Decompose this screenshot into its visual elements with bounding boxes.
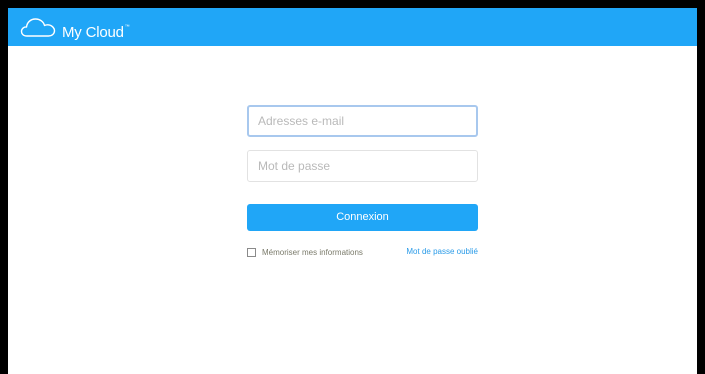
remember-me-toggle[interactable]: Mémoriser mes informations [247,246,363,258]
window-border-top [0,0,705,8]
password-input[interactable] [247,150,478,182]
browser-window: My Cloud™ Connexion Mémoriser mes inform… [0,0,705,374]
cloud-icon[interactable] [20,17,56,38]
remember-me-label: Mémoriser mes informations [262,247,363,257]
login-button[interactable]: Connexion [247,204,478,231]
brand-name: My Cloud [62,24,124,41]
email-input[interactable] [247,105,478,137]
app-brand[interactable]: My Cloud™ [62,18,130,42]
trademark-mark: ™ [124,24,130,30]
forgot-password-link[interactable]: Mot de passe oublié [406,246,478,258]
window-border-left [0,0,8,374]
remember-me-checkbox[interactable] [247,247,256,257]
app-header: My Cloud™ [8,8,697,46]
window-border-right [697,0,705,374]
